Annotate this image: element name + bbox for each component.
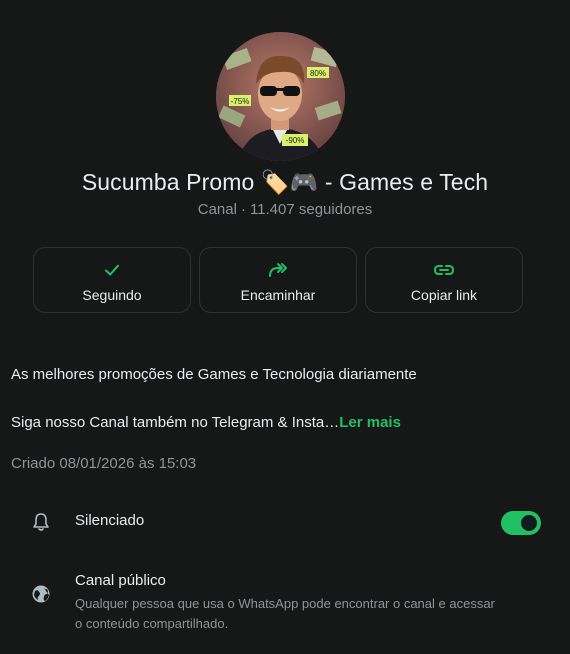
forward-label: Encaminhar: [240, 287, 316, 303]
description-truncated: Siga nosso Canal também no Telegram & In…: [11, 414, 340, 431]
forward-button[interactable]: Encaminhar: [199, 247, 357, 313]
public-channel-title: Canal público: [75, 572, 166, 589]
check-icon: [103, 261, 121, 279]
mute-label: Silenciado: [75, 512, 145, 529]
copy-link-button[interactable]: Copiar link: [365, 247, 523, 313]
channel-meta: Canal · 11.407 seguidores: [0, 201, 570, 218]
channel-name: Sucumba Promo 🏷️🎮 - Games e Tech: [81, 169, 489, 195]
badge-75: -75%: [231, 97, 250, 106]
following-button[interactable]: Seguindo: [33, 247, 191, 313]
globe-icon: [30, 583, 52, 605]
created-date: Criado 08/01/2026 às 15:03: [11, 455, 197, 472]
link-icon: [433, 261, 455, 279]
toggle-knob: [521, 515, 537, 531]
mute-toggle[interactable]: [501, 511, 541, 535]
badge-90: -90%: [286, 136, 305, 145]
channel-type: Canal: [197, 201, 237, 218]
separator-dot: ·: [240, 201, 246, 218]
copy-link-label: Copiar link: [410, 287, 478, 303]
bell-icon: [30, 511, 52, 533]
public-channel-description: Qualquer pessoa que usa o WhatsApp pode …: [75, 596, 495, 631]
forward-icon: [268, 261, 288, 279]
channel-description: As melhores promoções de Games e Tecnolo…: [11, 366, 417, 383]
avatar-image: 80% -75% -90%: [216, 32, 345, 161]
read-more-link[interactable]: Ler mais: [339, 414, 401, 431]
follower-count: 11.407 seguidores: [249, 201, 373, 218]
badge-80: 80%: [310, 69, 326, 78]
action-bar: Seguindo Encaminhar Copiar link: [33, 247, 523, 313]
following-label: Seguindo: [82, 287, 142, 303]
channel-description-more: Siga nosso Canal também no Telegram & In…: [11, 414, 401, 431]
channel-avatar[interactable]: 80% -75% -90%: [216, 32, 345, 161]
